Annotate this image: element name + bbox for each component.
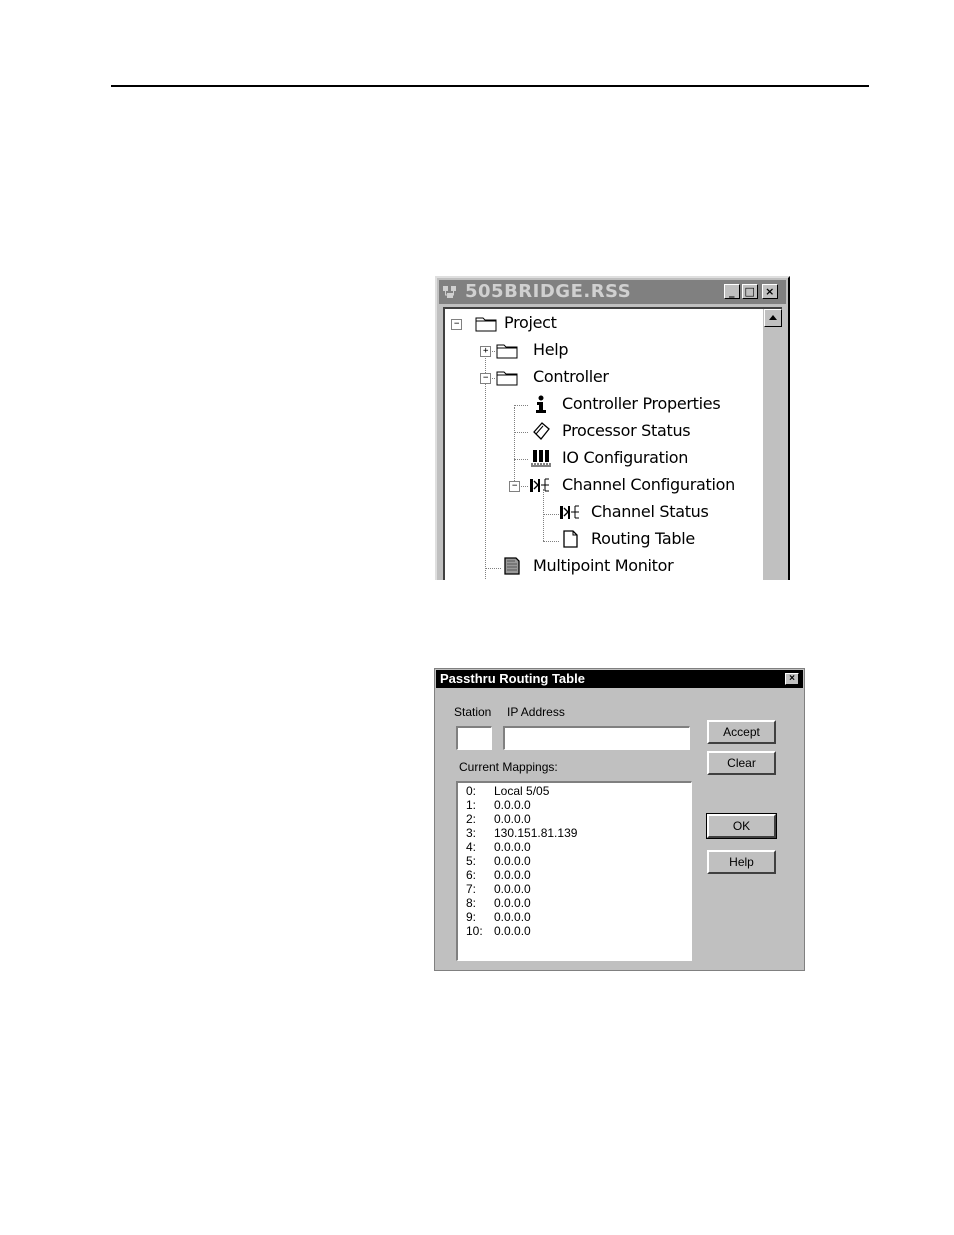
station-number: 9: [466,910,477,924]
ip-value: 130.151.81.139 [494,826,578,840]
passthru-routing-table-dialog: Passthru Routing Table × Station IP Addr… [434,668,805,971]
tree-node-controller-properties[interactable]: Controller Properties [528,392,758,416]
tree-node-label: Channel Status [591,502,709,521]
tree-node-help[interactable]: + Help [480,338,680,362]
ip-address-label: IP Address [507,705,565,719]
station-number: 1: [466,798,477,812]
tree-node-controller[interactable]: − Controller [480,365,680,389]
close-icon: × [765,285,775,298]
document-icon [563,530,578,548]
processor-icon [533,422,550,440]
tree-node-label: Project [504,313,557,332]
station-number: 2: [466,812,477,826]
ip-value: 0.0.0.0 [494,924,531,938]
ip-address-input[interactable] [503,726,690,750]
station-number: 10: [466,924,483,938]
close-button[interactable]: × [762,284,778,299]
tree-node-multipoint-monitor[interactable]: Multipoint Monitor [499,554,749,578]
ip-value: 0.0.0.0 [494,840,531,854]
tree-window-titlebar[interactable]: 505BRIDGE.RSS _ □ × [439,280,786,304]
ip-value: Local 5/05 [494,784,550,798]
channel-icon [560,505,579,519]
tree-node-label: Multipoint Monitor [533,556,674,575]
dialog-title: Passthru Routing Table [440,671,585,686]
station-label: Station [454,705,492,719]
clear-button[interactable]: Clear [707,751,776,775]
collapse-icon[interactable]: − [451,319,462,330]
tree-node-channel-status[interactable]: Channel Status [557,500,757,524]
station-number: 6: [466,868,477,882]
channel-icon [530,478,549,492]
collapse-icon[interactable]: − [509,481,520,492]
tree-node-io-configuration[interactable]: IO Configuration [528,446,758,470]
current-mappings-list[interactable]: 0: Local 5/05 1: 0.0.0.0 2: 0.0.0.0 3: 130.1… [456,781,692,961]
tree-connector [514,432,528,433]
tree-connector [514,405,528,406]
station-number: 7: [466,882,477,896]
station-number: 8: [466,896,477,910]
project-tree-window: 505BRIDGE.RSS _ □ × − Project + Help − C… [435,276,790,580]
dialog-close-button[interactable]: × [785,673,799,685]
info-icon [536,395,546,413]
tree-node-label: Controller Properties [562,394,721,413]
ip-value: 0.0.0.0 [494,896,531,910]
ip-value: 0.0.0.0 [494,854,531,868]
maximize-icon: □ [744,285,756,298]
tree-node-routing-table[interactable]: Routing Table [557,527,757,551]
tree-node-label: Help [533,340,569,359]
folder-icon [496,371,518,386]
tree-window-title: 505BRIDGE.RSS [465,281,632,302]
project-app-icon [443,286,456,298]
minimize-button[interactable]: _ [724,284,740,299]
station-number: 5: [466,854,477,868]
collapse-icon[interactable]: − [480,373,491,384]
help-button[interactable]: Help [707,850,776,874]
tree-node-project[interactable]: − Project [451,311,751,335]
minimize-icon: _ [729,285,735,298]
ip-value: 0.0.0.0 [494,812,531,826]
tree-node-label: Controller [533,367,609,386]
page-top-rule [111,85,869,87]
station-number: 4: [466,840,477,854]
station-input[interactable] [456,726,492,750]
dialog-titlebar[interactable]: Passthru Routing Table × [436,670,803,688]
io-rack-icon [531,450,551,467]
close-icon: × [789,673,795,684]
tree-node-label: IO Configuration [562,448,689,467]
ip-value: 0.0.0.0 [494,798,531,812]
ok-button[interactable]: OK [706,813,777,839]
monitor-doc-icon [504,557,520,575]
current-mappings-label: Current Mappings: [459,760,558,774]
scroll-up-arrow-icon[interactable] [764,309,782,327]
folder-icon [475,317,497,332]
station-number: 3: [466,826,477,840]
folder-icon [496,344,518,359]
tree-node-label: Channel Configuration [562,475,735,494]
accept-button[interactable]: Accept [707,720,776,744]
expand-icon[interactable]: + [480,346,491,357]
ip-value: 0.0.0.0 [494,882,531,896]
ip-value: 0.0.0.0 [494,910,531,924]
ip-value: 0.0.0.0 [494,868,531,882]
maximize-button[interactable]: □ [742,284,758,299]
tree-node-channel-configuration[interactable]: − Channel Configuration [509,473,769,497]
tree-node-label: Processor Status [562,421,691,440]
tree-connector [514,459,528,460]
tree-node-processor-status[interactable]: Processor Status [528,419,758,443]
tree-view[interactable]: − Project + Help − Controller Controller… [443,307,782,580]
tree-node-label: Routing Table [591,529,695,548]
tree-vertical-scrollbar[interactable] [763,309,782,580]
station-number: 0: [466,784,477,798]
